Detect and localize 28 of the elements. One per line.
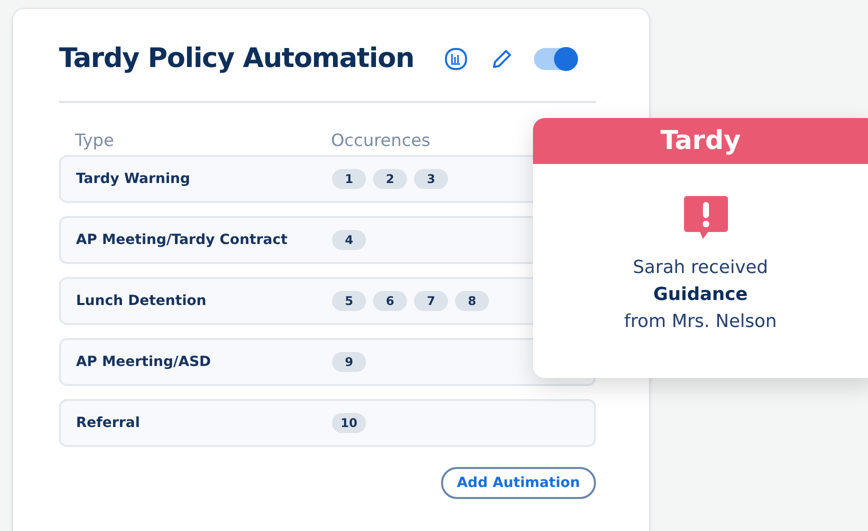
column-header: Type	[75, 130, 116, 153]
occurrence-badge: 7	[414, 291, 448, 311]
card-title: Tardy Policy Automation	[59, 42, 414, 76]
notification-title: Tardy	[660, 124, 741, 158]
type-label: AP Meeting/Tardy Contract	[76, 230, 288, 250]
occurrence-badge: 2	[373, 169, 407, 189]
column-header: Occurences	[331, 130, 430, 153]
add-automation-button[interactable]: Add Autimation	[440, 467, 596, 499]
occurrence-badge: 6	[373, 291, 407, 311]
occurrence-badge: 8	[455, 291, 489, 311]
notification-text: from Mrs. Nelson	[624, 310, 777, 334]
occurrence-badge: 10	[332, 413, 366, 433]
type-label: Tardy Warning	[76, 170, 192, 188]
toggle-switch[interactable]	[534, 48, 578, 70]
table-row[interactable]: AP Meerting/ASD 9	[59, 338, 596, 386]
notification-text: Guidance	[653, 283, 748, 307]
type-label: AP Meerting/ASD	[76, 352, 212, 372]
occurrence-badge: 5	[332, 291, 366, 311]
type-label: Referral	[76, 414, 141, 432]
chart-icon[interactable]	[444, 47, 468, 71]
occurrence-badge: 3	[414, 169, 448, 189]
pencil-icon[interactable]	[490, 47, 514, 71]
table-row[interactable]: Referral 10	[59, 399, 596, 447]
occurrence-badge: 4	[332, 230, 366, 250]
occurrence-badge: 1	[332, 169, 366, 189]
occurrence-badge: 9	[332, 352, 366, 372]
type-label: Lunch Detention	[76, 292, 208, 310]
notification-text: Sarah received	[632, 256, 768, 280]
